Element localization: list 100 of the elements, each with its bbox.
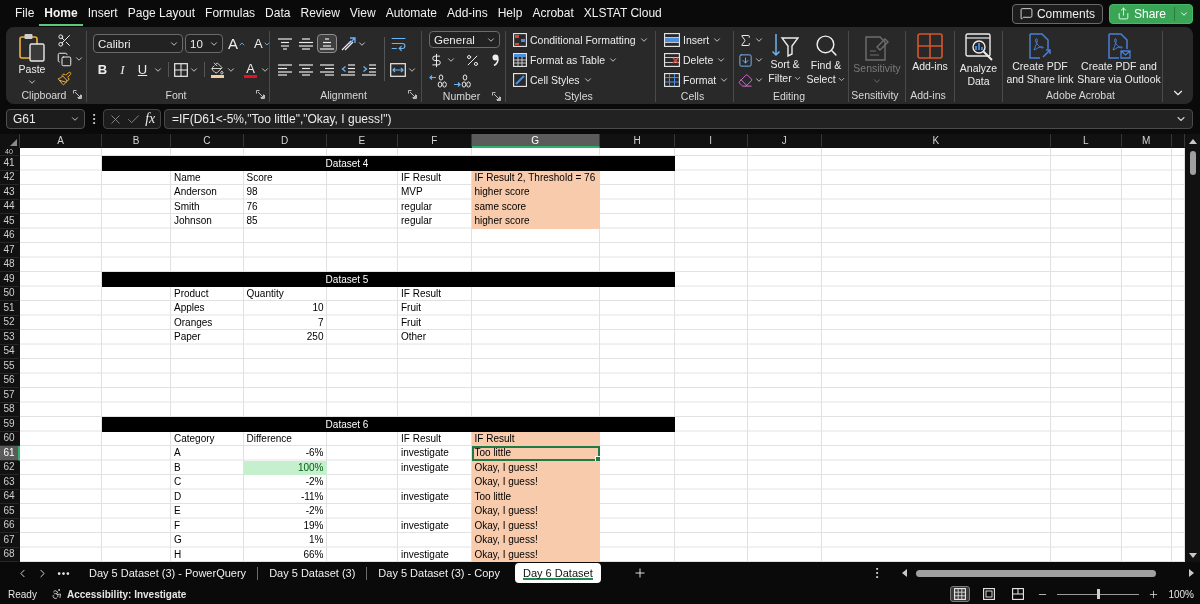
accessibility-button[interactable]: Accessibility: Investigate: [50, 588, 187, 600]
page-break-icon[interactable]: [1012, 588, 1025, 600]
bold-button[interactable]: B: [93, 60, 112, 79]
row-header[interactable]: 47: [0, 243, 20, 258]
column-header[interactable]: G: [471, 134, 600, 148]
column-header[interactable]: D: [243, 134, 327, 148]
comments-button[interactable]: Comments: [1011, 3, 1103, 24]
scrollbar-thumb[interactable]: [1189, 151, 1196, 175]
column-header[interactable]: A: [20, 134, 102, 148]
ribbon-tab[interactable]: XLSTAT Cloud: [578, 2, 667, 26]
insert-function-button[interactable]: fx: [144, 111, 157, 127]
paintbrush-icon[interactable]: [57, 70, 72, 86]
row-header[interactable]: 63: [0, 475, 20, 490]
insert-rows-icon[interactable]: [664, 33, 680, 47]
caret-icon[interactable]: [446, 55, 456, 65]
sort-filter-button[interactable]: Sort & Filter: [766, 31, 804, 85]
ribbon-tab[interactable]: Review: [295, 2, 345, 26]
sheet-tab[interactable]: Day 6 Dataset: [515, 563, 601, 583]
comma-icon[interactable]: [492, 54, 499, 66]
create-pdf-button[interactable]: Create PDF and Share via Outlook: [1077, 31, 1161, 86]
scrollbar-thumb[interactable]: [916, 569, 1156, 577]
caret-icon[interactable]: [712, 35, 723, 45]
underline-button[interactable]: U: [133, 60, 152, 79]
copy-icon[interactable]: [57, 51, 72, 67]
row-header[interactable]: 41: [0, 156, 20, 171]
caret-icon[interactable]: [792, 74, 802, 83]
ribbon-tab[interactable]: Acrobat: [527, 2, 579, 26]
caret-icon[interactable]: [74, 54, 84, 64]
row-header[interactable]: 59: [0, 417, 20, 432]
row-header[interactable]: 49: [0, 272, 20, 287]
ribbon-tab[interactable]: Page Layout: [122, 2, 201, 26]
analyze-data-button[interactable]: Analyze Data: [955, 31, 1002, 88]
caret-icon[interactable]: [836, 75, 846, 84]
ribbon-tab[interactable]: Data: [260, 2, 296, 26]
triangle-down-icon[interactable]: [1188, 553, 1197, 558]
column-header[interactable]: I: [675, 134, 748, 148]
triangle-up-icon[interactable]: [1188, 139, 1197, 144]
increase-decimal-icon[interactable]: [429, 74, 447, 88]
delete-rows-icon[interactable]: [664, 53, 680, 67]
cells-menu-button[interactable]: Format: [662, 71, 732, 89]
row-header[interactable]: 57: [0, 388, 20, 403]
ribbon-tab[interactable]: Automate: [380, 2, 442, 26]
ribbon-tab[interactable]: View: [344, 2, 381, 26]
view-button[interactable]: [950, 586, 971, 602]
launcher-icon[interactable]: [408, 90, 417, 99]
fill-handle[interactable]: [595, 455, 600, 461]
column-header[interactable]: C: [171, 134, 244, 148]
styles-menu-button[interactable]: Conditional Formatting: [511, 31, 651, 49]
row-header[interactable]: 53: [0, 330, 20, 345]
caret-icon[interactable]: [27, 77, 37, 87]
column-header[interactable]: L: [1050, 134, 1122, 148]
column-header[interactable]: M: [1122, 134, 1172, 148]
column-header[interactable]: H: [600, 134, 675, 148]
ribbon-tab[interactable]: Insert: [82, 2, 123, 26]
sort-filter-icon[interactable]: [771, 33, 799, 57]
styles-menu-button[interactable]: Cell Styles: [511, 71, 595, 89]
diagonal-arrow-icon[interactable]: [341, 36, 356, 51]
row-header[interactable]: 61: [0, 446, 20, 461]
eraser-icon[interactable]: [738, 72, 753, 88]
plus-icon[interactable]: [632, 566, 647, 580]
row-header[interactable]: 51: [0, 301, 20, 316]
decrease-decimal-icon[interactable]: [453, 74, 471, 88]
launcher-icon[interactable]: [492, 91, 501, 101]
add-ins-button[interactable]: Add-ins: [906, 31, 954, 73]
column-header[interactable]: E: [326, 134, 398, 148]
row-header[interactable]: 55: [0, 359, 20, 374]
sheet-tab[interactable]: Day 5 Dataset (3): [261, 563, 364, 583]
colored-grid-icon[interactable]: [513, 33, 527, 47]
cells-menu-button[interactable]: Insert: [662, 31, 725, 49]
number-format-field[interactable]: General: [429, 31, 500, 48]
column-header[interactable]: K: [822, 134, 1051, 148]
page-layout-icon[interactable]: [983, 588, 996, 600]
plus-icon[interactable]: [1148, 588, 1160, 600]
triangle-right-icon[interactable]: [1189, 569, 1194, 577]
cells-menu-button[interactable]: Delete: [662, 51, 729, 69]
formula-field[interactable]: =IF(D61<-5%,"Too little","Okay, I guess!"): [164, 109, 1193, 129]
font-size-field[interactable]: 10: [185, 34, 223, 53]
percent-icon[interactable]: [465, 52, 480, 68]
ribbon-tab[interactable]: Help: [492, 2, 528, 26]
cell-brush-icon[interactable]: [513, 73, 527, 87]
dollar-icon[interactable]: [429, 52, 444, 68]
table-icon[interactable]: [664, 73, 680, 87]
name-box[interactable]: G61: [6, 109, 85, 129]
fill-down-icon[interactable]: [738, 52, 753, 68]
sigma-icon[interactable]: [738, 32, 753, 48]
slider-thumb[interactable]: [1096, 589, 1100, 599]
paste-button[interactable]: Paste: [15, 31, 49, 87]
find-select-button[interactable]: Find & Select: [806, 31, 846, 86]
styles-menu-button[interactable]: Format as Table: [511, 51, 621, 69]
row-header[interactable]: 67: [0, 533, 20, 548]
caret-icon[interactable]: [638, 35, 649, 45]
grow-font-button[interactable]: A: [225, 34, 249, 53]
column-header[interactable]: F: [398, 134, 472, 148]
create-pdf-button[interactable]: Create PDF and Share link: [1005, 31, 1075, 86]
font-color-button[interactable]: A: [242, 60, 259, 79]
vertical-scrollbar[interactable]: [1185, 134, 1200, 562]
caret-icon[interactable]: [70, 114, 80, 124]
sheet-tab[interactable]: Day 5 Dataset (3) - PowerQuery: [81, 563, 255, 583]
caret-icon[interactable]: [582, 75, 593, 85]
font-name-field[interactable]: Calibri: [93, 34, 183, 53]
